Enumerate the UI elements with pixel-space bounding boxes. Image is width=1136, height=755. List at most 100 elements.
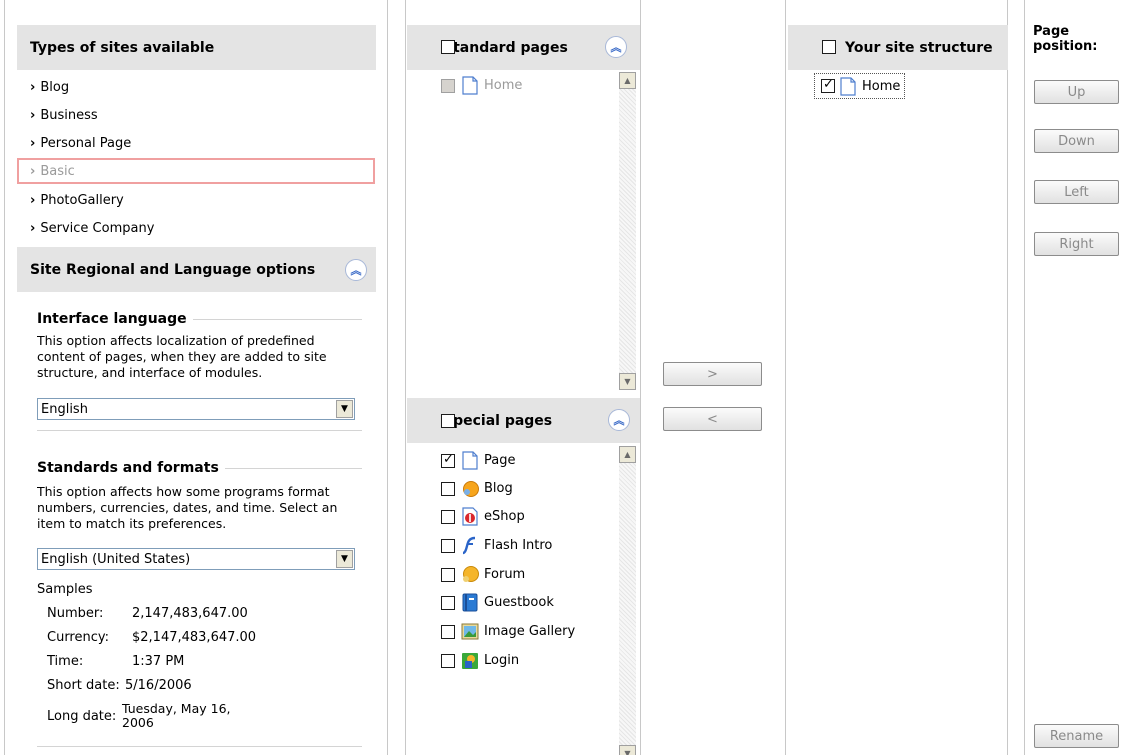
special-page-checkbox[interactable] — [441, 653, 455, 668]
special-page-item-forum[interactable]: Forum — [441, 565, 525, 584]
rename-button[interactable]: Rename — [1034, 724, 1119, 748]
site-type-label: Basic — [40, 163, 75, 179]
special-page-item-blog[interactable]: Blog — [441, 479, 513, 498]
forum-icon — [463, 566, 479, 582]
standard-pages-select-all-checkbox[interactable] — [441, 40, 455, 54]
standard-pages-scrollbar[interactable] — [619, 72, 636, 390]
eshop-icon — [462, 507, 478, 526]
sample-key: Long date: — [47, 708, 117, 724]
special-pages-select-all-checkbox[interactable] — [441, 414, 455, 428]
image-gallery-icon — [461, 623, 479, 640]
blog-icon — [463, 481, 479, 497]
site-types-title: Types of sites available — [30, 39, 215, 56]
site-type-item-personal-page[interactable]: › Personal Page — [30, 132, 370, 154]
special-page-checkbox[interactable] — [441, 481, 455, 496]
special-page-checkbox[interactable] — [441, 452, 455, 468]
special-page-item-login[interactable]: Login — [441, 651, 519, 670]
scroll-down-icon[interactable]: ▼ — [619, 745, 636, 755]
site-types-header: Types of sites available — [17, 25, 376, 70]
special-page-checkbox[interactable] — [441, 538, 455, 553]
column-divider-5 — [1007, 0, 1008, 755]
site-type-item-basic[interactable]: › Basic — [17, 158, 375, 184]
site-type-label: Service Company — [40, 220, 155, 236]
special-page-checkbox[interactable] — [441, 595, 455, 610]
special-page-checkbox[interactable] — [441, 509, 455, 524]
special-page-label: eShop — [484, 509, 525, 524]
scroll-up-icon[interactable]: ▲ — [619, 72, 636, 89]
special-page-checkbox[interactable] — [441, 567, 455, 582]
site-structure-label: Home — [862, 78, 901, 94]
site-type-label: Personal Page — [40, 135, 132, 151]
site-type-item-business[interactable]: › Business — [30, 104, 370, 126]
sample-value: 1:37 PM — [132, 654, 185, 669]
site-structure-item-home[interactable]: Home — [814, 73, 906, 99]
page-position-title: Page position: — [1033, 24, 1098, 54]
site-type-item-photogallery[interactable]: › PhotoGallery — [30, 189, 370, 211]
sample-row-number: Number: 2,147,483,647.00 — [47, 606, 367, 621]
collapse-icon[interactable]: ︽ — [608, 409, 630, 431]
special-page-item-page[interactable]: Page — [441, 451, 515, 470]
page-icon — [840, 76, 856, 96]
login-icon — [462, 653, 478, 669]
special-pages-scrollbar[interactable] — [619, 446, 636, 755]
section-rule — [192, 318, 362, 320]
column-divider-3 — [640, 0, 641, 755]
special-page-item-image-gallery[interactable]: Image Gallery — [441, 622, 575, 641]
section-rule — [224, 467, 362, 469]
dropdown-arrow-icon[interactable]: ▼ — [336, 400, 353, 418]
special-page-item-flash-intro[interactable]: Flash Intro — [441, 536, 552, 555]
standards-value: English (United States) — [41, 551, 191, 567]
chevron-right-icon: › — [30, 135, 36, 151]
site-structure-select-all-checkbox[interactable] — [822, 40, 836, 54]
flash-icon — [462, 536, 476, 555]
collapse-icon[interactable]: ︽ — [345, 259, 367, 281]
site-type-label: Business — [40, 107, 98, 123]
chevron-right-icon: › — [30, 220, 36, 236]
special-page-checkbox[interactable] — [441, 624, 455, 639]
interface-language-title-text: Interface language — [37, 311, 187, 327]
column-divider-6 — [1024, 0, 1025, 755]
move-up-button[interactable]: Up — [1034, 80, 1119, 104]
page-icon — [462, 76, 478, 95]
move-left-button[interactable]: Left — [1034, 180, 1119, 204]
special-page-label: Forum — [484, 567, 526, 582]
scroll-down-icon[interactable]: ▼ — [619, 373, 636, 390]
interface-language-select[interactable]: English ▼ — [37, 398, 355, 420]
page-icon — [462, 451, 478, 470]
scroll-up-icon[interactable]: ▲ — [619, 446, 636, 463]
special-page-item-eshop[interactable]: eShop — [441, 507, 525, 526]
regional-header: Site Regional and Language options — [17, 247, 376, 292]
regional-title: Site Regional and Language options — [30, 261, 316, 278]
chevron-right-icon: › — [30, 107, 36, 123]
add-page-button[interactable]: > — [663, 362, 762, 386]
move-right-button[interactable]: Right — [1034, 232, 1119, 256]
interface-language-value: English — [41, 401, 88, 417]
collapse-icon[interactable]: ︽ — [605, 36, 627, 58]
sample-value: 5/16/2006 — [125, 678, 192, 693]
sample-value: 2,147,483,647.00 — [132, 606, 248, 621]
standard-page-checkbox[interactable] — [441, 78, 455, 93]
sample-key: Currency: — [47, 630, 110, 645]
special-page-item-guestbook[interactable]: Guestbook — [441, 593, 554, 612]
special-page-label: Page — [484, 453, 516, 468]
chevron-right-icon: › — [30, 192, 36, 208]
special-pages-title: Special pages — [443, 412, 553, 429]
site-type-item-service-company[interactable]: › Service Company — [30, 217, 370, 239]
left-border — [4, 0, 5, 755]
site-structure-header: Your site structure — [788, 25, 1008, 70]
standard-page-item-home[interactable]: Home — [441, 76, 522, 95]
special-page-label: Image Gallery — [484, 624, 576, 639]
remove-page-button[interactable]: < — [663, 407, 762, 431]
sample-row-long-date: Long date: Tuesday, May 16, 2006 — [47, 702, 367, 730]
site-structure-title: Your site structure — [845, 39, 993, 56]
section-divider — [37, 430, 362, 431]
site-type-item-blog[interactable]: › Blog — [30, 76, 370, 98]
standard-pages-title: Standard pages — [443, 39, 568, 56]
special-page-label: Login — [484, 653, 520, 668]
dropdown-arrow-icon[interactable]: ▼ — [336, 550, 353, 568]
site-structure-checkbox[interactable] — [821, 77, 835, 93]
sample-row-time: Time: 1:37 PM — [47, 654, 367, 669]
move-down-button[interactable]: Down — [1034, 129, 1119, 153]
site-type-label: PhotoGallery — [40, 192, 124, 208]
standards-select[interactable]: English (United States) ▼ — [37, 548, 355, 570]
